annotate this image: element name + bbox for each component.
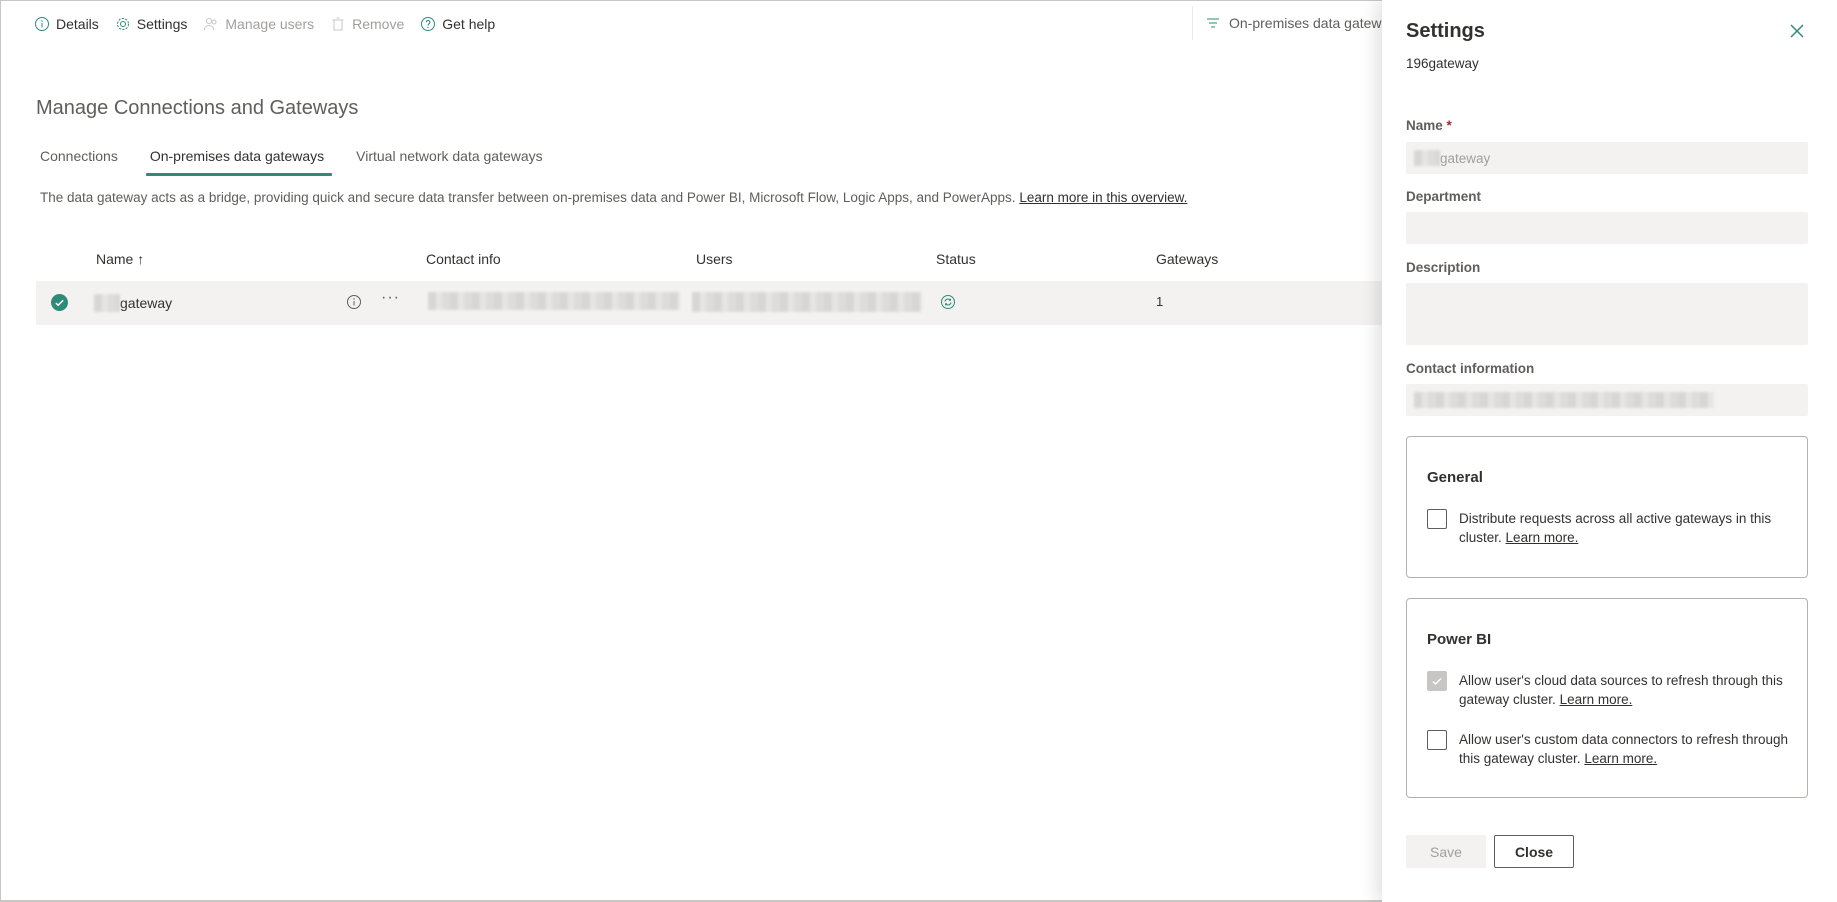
column-header-name[interactable]: Name ↑ <box>96 251 144 267</box>
general-title: General <box>1427 469 1483 486</box>
column-header-contact[interactable]: Contact info <box>426 251 501 267</box>
filter-label: On-premises data gateways <box>1229 15 1382 31</box>
cloud-sources-option: Allow user's cloud data sources to refre… <box>1427 671 1789 709</box>
panel-title: Settings <box>1406 20 1485 42</box>
more-options-icon[interactable]: ··· <box>381 289 400 307</box>
custom-connectors-text: Allow user's custom data connectors to r… <box>1459 730 1789 768</box>
details-button[interactable]: Details <box>34 16 99 32</box>
name-label-text: Name <box>1406 118 1443 133</box>
distribute-option: Distribute requests across all active ga… <box>1427 509 1789 547</box>
settings-button[interactable]: Settings <box>115 16 188 32</box>
selected-check-icon[interactable] <box>51 294 68 311</box>
distribute-text: Distribute requests across all active ga… <box>1459 509 1789 547</box>
gateway-filter[interactable]: On-premises data gateways <box>1192 6 1382 40</box>
department-field[interactable] <box>1406 212 1808 244</box>
distribute-learn-more-link[interactable]: Learn more. <box>1506 530 1579 545</box>
distribute-checkbox[interactable] <box>1427 509 1447 529</box>
learn-more-overview-link[interactable]: Learn more in this overview. <box>1019 190 1187 205</box>
checkmark-icon <box>1432 677 1442 686</box>
manage-users-label: Manage users <box>225 16 315 32</box>
filter-icon <box>1207 18 1219 28</box>
redacted-block <box>94 294 120 312</box>
status-sync-icon <box>941 295 955 309</box>
description-field[interactable] <box>1406 283 1808 345</box>
tab-bar: Connections On-premises data gateways Vi… <box>40 148 575 176</box>
gear-icon <box>116 18 129 30</box>
table-row[interactable]: gateway ··· 1 <box>36 281 1382 325</box>
cloud-sources-learn-more-link[interactable]: Learn more. <box>1560 692 1633 707</box>
name-field[interactable]: gateway <box>1406 142 1808 174</box>
tab-virtual-network-gateways[interactable]: Virtual network data gateways <box>356 148 547 172</box>
close-icon[interactable] <box>1788 22 1806 40</box>
get-help-label: Get help <box>442 16 496 32</box>
column-header-status[interactable]: Status <box>936 251 976 267</box>
row-name[interactable]: gateway <box>94 294 172 312</box>
remove-label: Remove <box>352 16 405 32</box>
department-label: Department <box>1406 189 1482 204</box>
custom-connectors-learn-more-link[interactable]: Learn more. <box>1584 751 1657 766</box>
name-label: Name * <box>1406 118 1452 133</box>
command-bar: Details Settings Manage users Remove Get… <box>34 10 511 38</box>
redacted-block <box>1414 150 1440 166</box>
gateway-count: 1 <box>1156 294 1164 309</box>
redacted-users <box>692 292 922 312</box>
general-group: General Distribute requests across all a… <box>1406 436 1808 578</box>
trash-icon <box>332 17 344 31</box>
tab-on-premises-gateways[interactable]: On-premises data gateways <box>145 148 333 176</box>
remove-button[interactable]: Remove <box>330 16 404 32</box>
tab-connections[interactable]: Connections <box>40 148 122 172</box>
panel-subtitle: 196gateway <box>1406 56 1479 71</box>
info-icon <box>35 17 49 31</box>
required-marker: * <box>1446 118 1452 133</box>
gateway-description: The data gateway acts as a bridge, provi… <box>40 190 1187 205</box>
people-icon <box>204 18 217 31</box>
contact-field[interactable] <box>1406 384 1808 416</box>
column-header-users[interactable]: Users <box>696 251 733 267</box>
custom-connectors-checkbox[interactable] <box>1427 730 1447 750</box>
powerbi-group: Power BI Allow user's cloud data sources… <box>1406 598 1808 798</box>
powerbi-title: Power BI <box>1427 631 1492 648</box>
settings-panel: Settings 196gateway Name * gateway Depar… <box>1382 0 1837 902</box>
get-help-button[interactable]: Get help <box>420 16 495 32</box>
save-button[interactable]: Save <box>1406 835 1486 868</box>
contact-label: Contact information <box>1406 361 1535 376</box>
manage-users-button[interactable]: Manage users <box>203 16 314 32</box>
cloud-sources-checkbox[interactable] <box>1427 671 1447 691</box>
cloud-sources-text: Allow user's cloud data sources to refre… <box>1459 671 1789 709</box>
close-button[interactable]: Close <box>1494 835 1574 868</box>
page-title: Manage Connections and Gateways <box>36 97 359 119</box>
redacted-contact <box>1414 392 1714 408</box>
row-name-text: gateway <box>120 295 173 311</box>
info-icon[interactable] <box>346 294 362 310</box>
details-label: Details <box>56 16 99 32</box>
column-header-gateways[interactable]: Gateways <box>1156 251 1218 267</box>
redacted-contact <box>428 292 680 310</box>
description-text: The data gateway acts as a bridge, provi… <box>40 190 1016 205</box>
help-icon <box>421 17 436 31</box>
description-label: Description <box>1406 260 1481 275</box>
settings-label: Settings <box>136 16 188 32</box>
name-field-value: gateway <box>1440 150 1491 166</box>
custom-connectors-option: Allow user's custom data connectors to r… <box>1427 730 1789 768</box>
